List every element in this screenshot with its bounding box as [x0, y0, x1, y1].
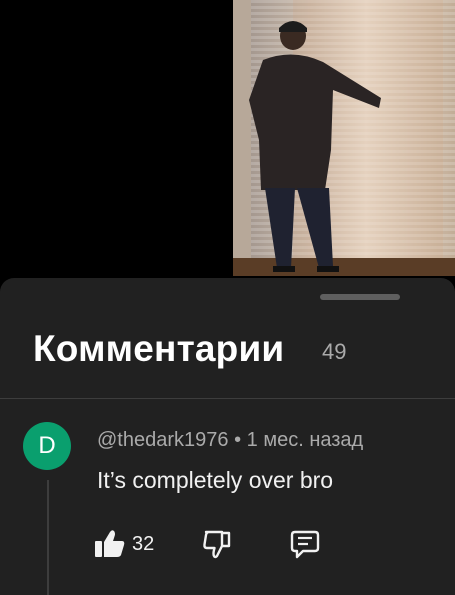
video-frame	[233, 0, 455, 276]
drag-handle[interactable]	[320, 294, 400, 300]
avatar[interactable]: D	[23, 422, 71, 470]
comment-reply-icon	[291, 530, 320, 559]
thread-line	[47, 480, 49, 595]
comments-title: Комментарии	[33, 328, 285, 369]
like-button[interactable]	[92, 526, 128, 562]
thumbs-up-icon	[95, 530, 125, 557]
comment-author[interactable]: @thedark1976	[97, 429, 229, 451]
thumbs-down-icon	[203, 530, 231, 559]
comments-sheet: Комментарии 49 D @thedark1976 • 1 мес. н…	[0, 278, 455, 595]
comments-count: 49	[322, 339, 347, 364]
comment-text: It’s completely over bro	[97, 467, 334, 493]
reply-button[interactable]	[287, 526, 323, 562]
dislike-button[interactable]	[199, 526, 235, 562]
video-player[interactable]	[0, 0, 455, 300]
header-divider	[0, 398, 455, 399]
video-thumbnail-image	[233, 0, 455, 276]
like-count: 32	[132, 532, 155, 555]
comment-actions: 32	[92, 526, 323, 562]
comment-time: 1 мес. назад	[246, 429, 364, 451]
meta-separator: •	[234, 429, 242, 451]
comment-meta: @thedark1976 • 1 мес. назад	[97, 429, 363, 452]
avatar-letter: D	[38, 432, 56, 459]
